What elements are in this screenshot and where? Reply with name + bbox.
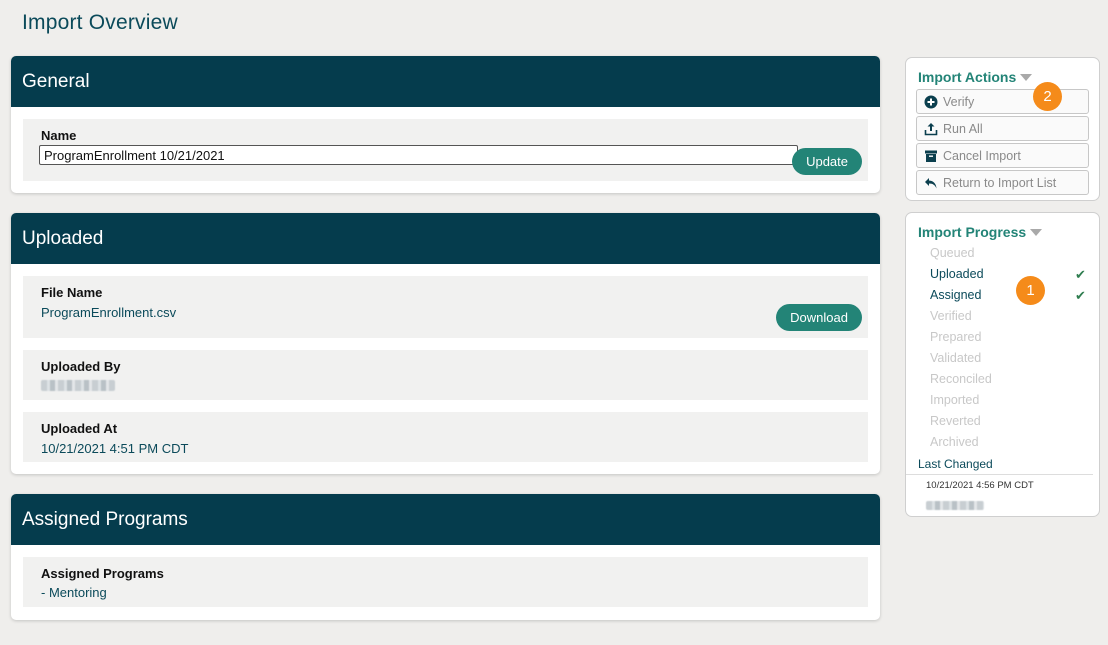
- last-changed-value: 10/21/2021 4:56 PM CDT: [926, 480, 1034, 491]
- step-reconciled: Reconciled: [930, 372, 992, 386]
- import-actions-title-text: Import Actions: [918, 69, 1017, 85]
- import-progress-panel: Import Progress Queued Uploaded ✔ Assigne…: [905, 212, 1100, 517]
- archive-icon: [924, 149, 938, 163]
- last-changed-label: Last Changed: [906, 453, 1093, 475]
- uploaded-at-value: 10/21/2021 4:51 PM CDT: [41, 441, 189, 456]
- step-validated: Validated: [930, 351, 982, 365]
- uploaded-at-label: Uploaded At: [41, 421, 118, 436]
- general-card: General Name Update: [11, 56, 880, 193]
- import-actions-panel: Import Actions Verify Run All Cancel Imp…: [905, 57, 1100, 201]
- import-actions-title[interactable]: Import Actions: [906, 58, 1099, 89]
- name-input[interactable]: [39, 145, 798, 165]
- assigned-programs-card: Assigned Programs Assigned Programs - Me…: [11, 494, 880, 620]
- uploaded-by-value: [41, 379, 862, 394]
- verify-label: Verify: [943, 94, 975, 109]
- uploaded-by-label: Uploaded By: [41, 359, 121, 374]
- cancel-import-button[interactable]: Cancel Import: [916, 143, 1089, 168]
- verify-button[interactable]: Verify: [916, 89, 1089, 114]
- assigned-programs-value: - Mentoring: [41, 585, 107, 600]
- upload-icon: [924, 122, 938, 136]
- return-to-import-list-button[interactable]: Return to Import List: [916, 170, 1089, 195]
- caret-down-icon[interactable]: [1030, 228, 1043, 236]
- badge-2: 2: [1033, 82, 1062, 111]
- run-all-label: Run All: [943, 121, 983, 136]
- file-name-field: File Name ProgramEnrollment.csv Download: [23, 276, 868, 338]
- step-uploaded: Uploaded ✔: [930, 264, 1099, 285]
- step-prepared: Prepared: [930, 330, 982, 344]
- import-progress-title[interactable]: Import Progress: [906, 213, 1099, 240]
- uploaded-by-field: Uploaded By: [23, 350, 868, 400]
- check-icon: ✔: [1075, 288, 1086, 303]
- cancel-import-label: Cancel Import: [943, 148, 1021, 163]
- uploaded-card: Uploaded File Name ProgramEnrollment.csv…: [11, 213, 880, 474]
- file-name-value: ProgramEnrollment.csv: [41, 305, 177, 320]
- run-all-button[interactable]: Run All: [916, 116, 1089, 141]
- caret-down-icon[interactable]: [1020, 73, 1033, 81]
- assigned-programs-label: Assigned Programs: [41, 566, 164, 581]
- assigned-programs-field: Assigned Programs - Mentoring: [23, 557, 868, 607]
- name-field: Name Update: [23, 119, 868, 181]
- download-button[interactable]: Download: [776, 304, 862, 331]
- uploaded-header: Uploaded: [11, 213, 880, 264]
- assigned-programs-header: Assigned Programs: [11, 494, 880, 545]
- plus-circle-icon: [924, 95, 938, 109]
- import-progress-title-text: Import Progress: [918, 224, 1027, 240]
- file-name-label: File Name: [41, 285, 103, 300]
- step-archived: Archived: [930, 435, 979, 449]
- uploaded-at-field: Uploaded At 10/21/2021 4:51 PM CDT: [23, 412, 868, 462]
- step-reverted: Reverted: [930, 414, 981, 428]
- step-assigned: Assigned ✔: [930, 285, 1099, 306]
- page-title: Import Overview: [22, 11, 178, 34]
- return-to-import-list-label: Return to Import List: [943, 175, 1057, 190]
- step-verified: Verified: [930, 309, 972, 323]
- last-changed-user: [906, 491, 1099, 515]
- return-arrow-icon: [924, 176, 938, 190]
- step-queued: Queued: [930, 246, 975, 260]
- update-button[interactable]: Update: [792, 148, 862, 175]
- badge-1: 1: [1016, 276, 1045, 305]
- name-label: Name: [41, 128, 77, 143]
- progress-steps: Queued Uploaded ✔ Assigned ✔ Verified Prep…: [906, 240, 1099, 453]
- check-icon: ✔: [1075, 267, 1086, 282]
- general-header: General: [11, 56, 880, 107]
- step-imported: Imported: [930, 393, 980, 407]
